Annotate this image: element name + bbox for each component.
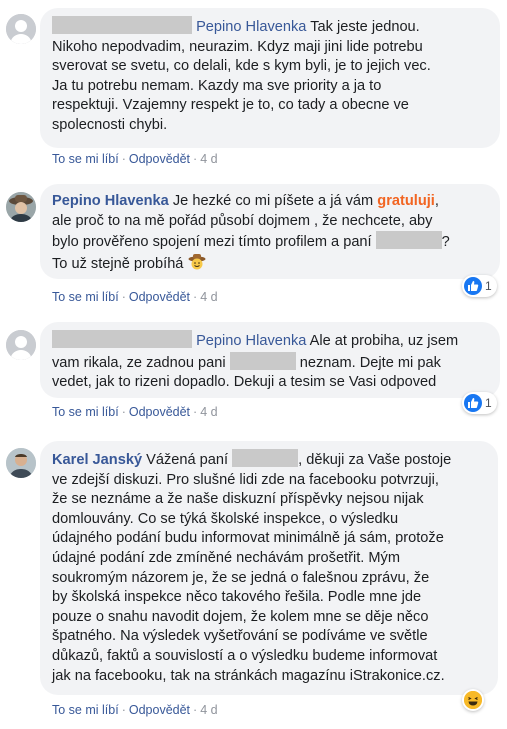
separator: · xyxy=(193,152,198,166)
redacted-name xyxy=(232,449,299,467)
comment-text-line: ale proč to na mě pořád působí dojmem , … xyxy=(52,212,433,229)
comment-text-line: Tak jeste jednou. xyxy=(310,19,420,35)
reply-link[interactable]: Odpovědět xyxy=(129,703,190,717)
comment-author[interactable]: Pepino Hlavenka xyxy=(196,19,306,35)
timestamp[interactable]: 4 d xyxy=(200,703,217,717)
avatar[interactable] xyxy=(6,192,36,222)
comment-text: neznam. Dejte mi pak xyxy=(299,354,441,371)
comment-bubble: Karel Janský Vážená paní , děkuji za Vaš… xyxy=(40,441,498,695)
comment-text-line: jak na facebooku, tak na stránkách magaz… xyxy=(52,667,445,684)
comment-bubble: Pepino Hlavenka Tak jeste jednou. Nikoho… xyxy=(40,8,500,148)
comment-text-line: špatného. Na výsledek vyšetřování se pod… xyxy=(52,628,428,645)
comment-text: To už stejně probíhá xyxy=(52,255,184,272)
reaction-summary[interactable]: 1 xyxy=(462,392,497,414)
like-link[interactable]: To se mi líbí xyxy=(52,703,119,717)
separator: · xyxy=(121,290,126,304)
comment-author[interactable]: Pepino Hlavenka xyxy=(52,193,169,209)
comment-actions: To se mi líbí · Odpovědět · 4 d xyxy=(52,405,218,419)
comment-text: ? xyxy=(441,234,450,251)
redacted-name xyxy=(52,330,192,348)
separator: · xyxy=(193,290,198,304)
like-link[interactable]: To se mi líbí xyxy=(52,405,119,419)
comment-text-line: údajné podání zde zmíněné nechávám proše… xyxy=(52,549,401,566)
comment-text: Vážená paní xyxy=(146,452,229,468)
comment-author[interactable]: Pepino Hlavenka xyxy=(196,333,306,349)
comment-text: , xyxy=(434,193,439,209)
laughing-face-icon xyxy=(464,691,482,709)
like-link[interactable]: To se mi líbí xyxy=(52,152,119,166)
separator: · xyxy=(121,405,126,419)
comment-text-line: spolecnosti chybi. xyxy=(52,116,168,133)
avatar[interactable] xyxy=(6,448,36,478)
thumbs-up-icon xyxy=(464,277,482,295)
redacted-name xyxy=(52,16,192,34)
comment-author[interactable]: Karel Janský xyxy=(52,452,142,468)
comment-text-line: Nikoho nepodvadim, neurazim. Kdyz maji j… xyxy=(52,38,423,55)
reaction-count: 1 xyxy=(485,396,492,410)
reply-link[interactable]: Odpovědět xyxy=(129,152,190,166)
comment-text-line: vedet, jak to rizeni dopadlo. Dekuji a t… xyxy=(52,374,437,391)
timestamp[interactable]: 4 d xyxy=(200,152,217,166)
separator: · xyxy=(193,405,198,419)
comment-text-line: by školská inspekce něco takového řešila… xyxy=(52,589,422,606)
comment-text: Je hezké co mi píšete a já vám xyxy=(172,193,374,209)
avatar[interactable] xyxy=(6,330,36,360)
cowboy-emoji-icon xyxy=(188,253,206,271)
comment-text-line: sverovat se svetu, co delali, kde s kym … xyxy=(52,58,431,75)
reaction-summary[interactable]: 1 xyxy=(462,275,497,297)
comment-text-line: důkazů, faktů a souvislostí a o výsledku… xyxy=(52,647,438,664)
separator: · xyxy=(193,703,198,717)
comment-bubble: Pepino Hlavenka Je hezké co mi píšete a … xyxy=(40,184,500,279)
comment-text-line: Ja tu potrebu nemam. Kazdy ma sve priori… xyxy=(52,77,382,94)
comment-text: Ale at probiha, uz jsem xyxy=(309,333,459,349)
like-link[interactable]: To se mi líbí xyxy=(52,290,119,304)
comment-actions: To se mi líbí · Odpovědět · 4 d xyxy=(52,703,218,717)
reply-link[interactable]: Odpovědět xyxy=(129,405,190,419)
comment-text-line: domlouvány. Co se týká školské inspekce,… xyxy=(52,510,399,527)
separator: · xyxy=(121,152,126,166)
comment-actions: To se mi líbí · Odpovědět · 4 d xyxy=(52,152,218,166)
comment-bubble: Pepino Hlavenka Ale at probiha, uz jsem … xyxy=(40,322,500,398)
comment-text-line: soukromým názorem je, že se jedná o fale… xyxy=(52,569,430,586)
reaction-count: 1 xyxy=(485,279,492,293)
thumbs-up-icon xyxy=(464,394,482,412)
comment-text-line: pouze o snahu navodit dojem, že kolem mn… xyxy=(52,608,429,625)
comment-text: bylo prověřeno spojení mezi tímto profil… xyxy=(52,234,372,251)
redacted-name xyxy=(375,231,442,250)
comment-text: vam rikala, ze zadnou pani xyxy=(52,354,226,371)
comment-text: , děkuji za Vaše postoje xyxy=(298,452,452,468)
reply-link[interactable]: Odpovědět xyxy=(129,290,190,304)
comment-text-line: že se neznáme a že naše diskuzní příspěv… xyxy=(52,491,424,508)
redacted-name xyxy=(229,351,296,370)
comment-actions: To se mi líbí · Odpovědět · 4 d xyxy=(52,290,218,304)
timestamp[interactable]: 4 d xyxy=(200,290,217,304)
reaction-summary[interactable] xyxy=(462,689,484,711)
comment-text-line: údajného podání budu informovat minimáln… xyxy=(52,530,444,547)
avatar[interactable] xyxy=(6,14,36,44)
comment-text-line: respektuji. Vzajemny respekt je to, co t… xyxy=(52,97,409,114)
highlighted-word: gratuluji xyxy=(377,193,435,209)
timestamp[interactable]: 4 d xyxy=(200,405,217,419)
comment-text-line: ve zdejší diskuzi. Pro slušné lidi zde n… xyxy=(52,471,439,488)
separator: · xyxy=(121,703,126,717)
